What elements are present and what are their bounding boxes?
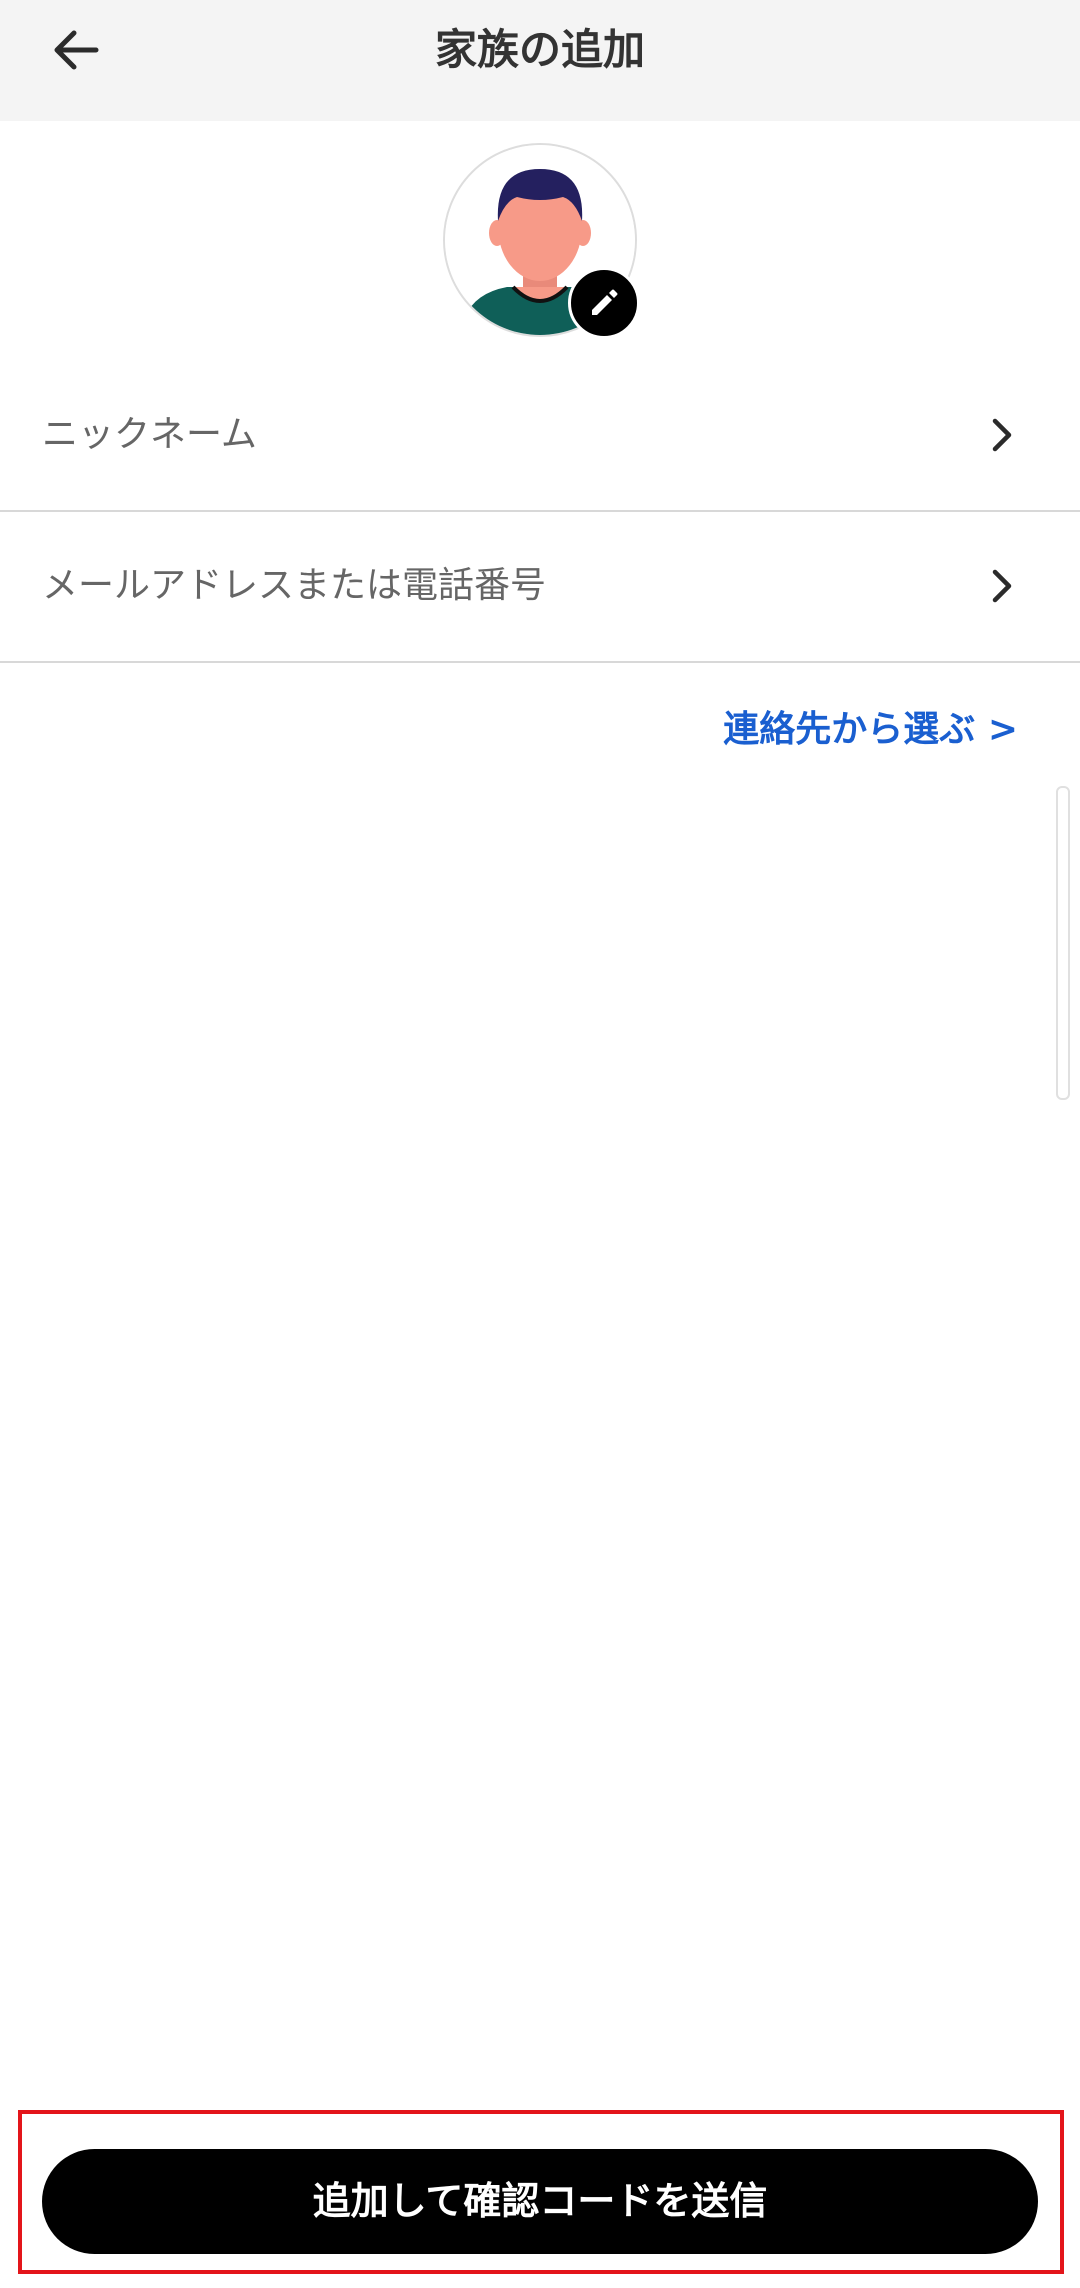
contact-row[interactable]: メールアドレスまたは電話番号	[0, 511, 1080, 663]
nickname-label: ニックネーム	[42, 414, 257, 455]
contact-label: メールアドレスまたは電話番号	[42, 565, 547, 606]
page-title: 家族の追加	[434, 25, 645, 74]
header-bar: 家族の追加	[0, 0, 1080, 121]
chevron-right-icon	[992, 569, 1012, 603]
pencil-icon	[592, 289, 618, 315]
back-button[interactable]	[40, 18, 110, 82]
scrollbar[interactable]	[1056, 786, 1070, 1100]
arrow-left-icon	[54, 30, 99, 70]
nickname-row[interactable]: ニックネーム	[0, 360, 1080, 512]
avatar-container[interactable]	[443, 143, 640, 339]
chevron-right-icon	[992, 418, 1012, 452]
choose-from-contacts-link[interactable]: 連絡先から選ぶ >	[723, 700, 1018, 760]
add-and-send-code-button[interactable]: 追加して確認コードを送信	[42, 2149, 1038, 2254]
edit-avatar-button[interactable]	[568, 267, 640, 339]
